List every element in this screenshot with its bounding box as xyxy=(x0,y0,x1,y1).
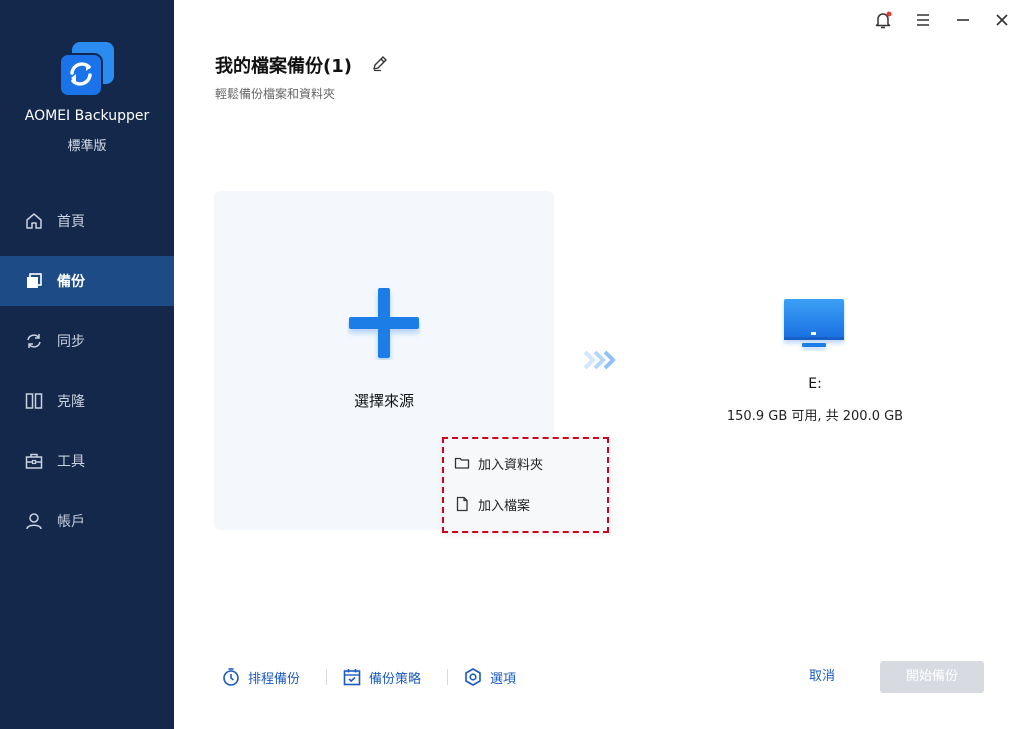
account-icon xyxy=(24,511,44,531)
minimize-icon xyxy=(957,19,969,21)
schedule-backup-button[interactable]: 排程備份 xyxy=(221,665,300,689)
page-title: 我的檔案備份(1) xyxy=(215,56,352,77)
timer-icon xyxy=(221,667,241,687)
divider xyxy=(326,669,327,685)
clone-icon xyxy=(24,391,44,411)
schedule-backup-label: 排程備份 xyxy=(248,671,301,687)
edit-icon[interactable] xyxy=(371,54,389,72)
sidebar-item-label: 工具 xyxy=(57,454,85,470)
calendar-check-icon xyxy=(342,667,362,687)
options-label: 選項 xyxy=(490,671,517,687)
sidebar-item-label: 同步 xyxy=(57,334,85,350)
backup-scheme-label: 備份策略 xyxy=(369,671,422,687)
tools-icon xyxy=(24,451,44,471)
sidebar: AOMEI Backupper 標準版 首頁 備份 同步 克隆 工具 帳戶 xyxy=(0,0,174,729)
sidebar-item-label: 首頁 xyxy=(57,214,85,230)
hamburger-icon xyxy=(917,14,929,26)
sidebar-item-home[interactable]: 首頁 xyxy=(0,196,174,246)
app-logo-icon xyxy=(59,42,114,97)
destination-capacity: 150.9 GB 可用, 共 200.0 GB xyxy=(726,409,904,424)
sidebar-item-label: 備份 xyxy=(57,274,85,290)
file-icon xyxy=(454,496,470,512)
add-file-item[interactable]: 加入檔案 xyxy=(454,490,604,518)
sidebar-item-tools[interactable]: 工具 xyxy=(0,436,174,486)
add-file-label: 加入檔案 xyxy=(478,498,531,514)
destination-drive-icon[interactable] xyxy=(782,297,846,351)
bell-icon xyxy=(875,11,892,29)
sidebar-item-clone[interactable]: 克隆 xyxy=(0,376,174,426)
minimize-button[interactable] xyxy=(952,9,974,31)
settings-icon xyxy=(463,667,483,687)
home-icon xyxy=(24,211,44,231)
divider xyxy=(447,669,448,685)
app-name: AOMEI Backupper xyxy=(24,108,150,124)
chevrons-right-icon xyxy=(583,350,616,370)
backup-icon xyxy=(24,271,44,291)
sync-icon xyxy=(24,331,44,351)
add-folder-item[interactable]: 加入資料夾 xyxy=(454,449,604,477)
add-folder-label: 加入資料夾 xyxy=(478,457,544,473)
close-button[interactable] xyxy=(991,9,1013,31)
plus-icon xyxy=(349,288,419,358)
sidebar-item-account[interactable]: 帳戶 xyxy=(0,496,174,546)
app-edition: 標準版 xyxy=(67,139,107,154)
folder-icon xyxy=(454,455,470,471)
notification-button[interactable] xyxy=(872,9,894,31)
backup-scheme-button[interactable]: 備份策略 xyxy=(342,665,421,689)
options-button[interactable]: 選項 xyxy=(463,665,516,689)
sidebar-item-label: 克隆 xyxy=(57,394,85,410)
logo-area: AOMEI Backupper 標準版 xyxy=(0,0,174,170)
start-backup-button[interactable]: 開始備份 xyxy=(880,661,984,693)
cancel-button[interactable]: 取消 xyxy=(796,665,848,689)
source-dropdown-menu: 加入資料夾 加入檔案 xyxy=(442,437,609,533)
sidebar-item-sync[interactable]: 同步 xyxy=(0,316,174,366)
close-icon xyxy=(996,14,1008,26)
select-source-label: 選擇來源 xyxy=(353,392,414,410)
menu-button[interactable] xyxy=(912,9,934,31)
page-subtitle: 輕鬆備份檔案和資料夾 xyxy=(215,87,336,101)
destination-name: E: xyxy=(808,376,822,392)
sidebar-item-backup[interactable]: 備份 xyxy=(0,256,174,306)
sidebar-item-label: 帳戶 xyxy=(57,514,85,530)
